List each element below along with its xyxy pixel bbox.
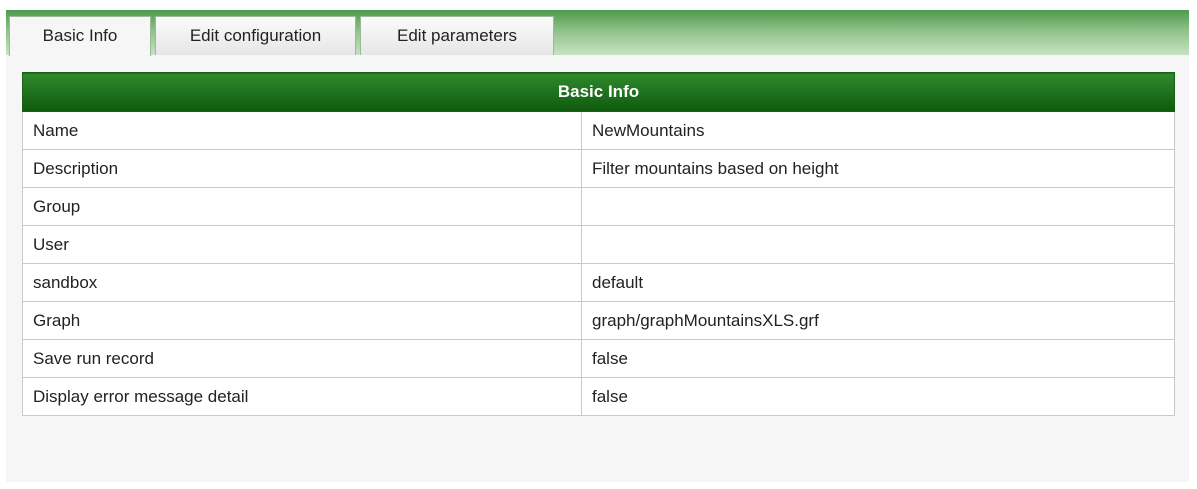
table-row: Name NewMountains — [22, 111, 1175, 150]
row-value: Filter mountains based on height — [581, 149, 1175, 188]
row-label: Graph — [22, 301, 582, 340]
tab-edit-configuration[interactable]: Edit configuration — [155, 16, 356, 55]
tab-basic-info[interactable]: Basic Info — [9, 16, 151, 56]
row-value: default — [581, 263, 1175, 302]
basic-info-table: Basic Info Name NewMountains Description… — [22, 72, 1175, 416]
table-row: Description Filter mountains based on he… — [22, 149, 1175, 188]
table-header: Basic Info — [22, 72, 1175, 112]
table-header-row: Basic Info — [22, 72, 1175, 112]
row-value — [581, 225, 1175, 264]
table-row: Save run record false — [22, 339, 1175, 378]
row-value: NewMountains — [581, 111, 1175, 150]
table-row: Display error message detail false — [22, 377, 1175, 416]
row-label: Group — [22, 187, 582, 226]
table-row: Group — [22, 187, 1175, 226]
row-label: Description — [22, 149, 582, 188]
row-label: Name — [22, 111, 582, 150]
table-row: sandbox default — [22, 263, 1175, 302]
tab-bar: Basic Info Edit configuration Edit param… — [6, 10, 1189, 56]
tab-edit-parameters[interactable]: Edit parameters — [360, 16, 554, 55]
row-label: Save run record — [22, 339, 582, 378]
table-row: User — [22, 225, 1175, 264]
row-label: Display error message detail — [22, 377, 582, 416]
row-label: User — [22, 225, 582, 264]
row-value: graph/graphMountainsXLS.grf — [581, 301, 1175, 340]
row-value — [581, 187, 1175, 226]
row-label: sandbox — [22, 263, 582, 302]
table-row: Graph graph/graphMountainsXLS.grf — [22, 301, 1175, 340]
row-value: false — [581, 377, 1175, 416]
row-value: false — [581, 339, 1175, 378]
panel-frame: Basic Info Edit configuration Edit param… — [6, 10, 1189, 482]
